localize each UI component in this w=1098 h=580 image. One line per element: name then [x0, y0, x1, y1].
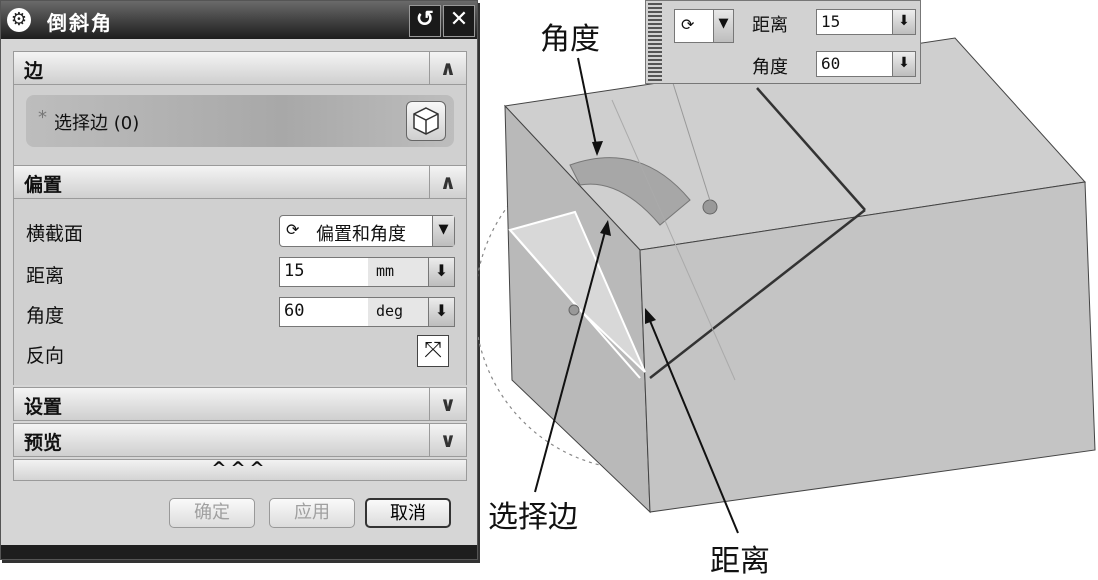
distance-handle-point	[568, 304, 580, 316]
cross-section-value: 偏置和角度	[316, 224, 406, 245]
gear-icon[interactable]: ⚙	[7, 8, 31, 32]
distance-unit: mm	[376, 262, 395, 280]
chevron-down-icon[interactable]: ∨	[429, 424, 466, 456]
reset-icon[interactable]: ↺	[409, 5, 441, 37]
section-edge-body: * 选择边 (0)	[13, 85, 467, 165]
cross-section-label: 横截面	[26, 223, 84, 245]
cross-section-type-dropdown[interactable]: ⟳ ▼	[674, 9, 734, 43]
section-offset-header[interactable]: 偏置 ∧	[13, 165, 467, 199]
floating-angle-value: 60	[821, 54, 841, 73]
annotation-angle: 角度	[540, 22, 600, 57]
chevron-down-icon[interactable]: ▼	[713, 10, 733, 42]
floating-distance-value: 15	[821, 12, 841, 31]
offset-angle-icon: ⟳	[286, 220, 300, 239]
section-settings-title: 设置	[24, 396, 63, 418]
floating-distance-label: 距离	[752, 15, 788, 36]
cancel-button[interactable]: 取消	[365, 498, 451, 528]
arrow-down-icon[interactable]: ⬇	[892, 52, 915, 76]
cross-section-dropdown[interactable]: ⟳ 偏置和角度 ▼	[279, 215, 455, 247]
floating-distance-input[interactable]: 15 ⬇	[816, 9, 916, 35]
arrow-down-icon[interactable]: ⬇	[892, 10, 915, 34]
angle-input[interactable]: 60 deg ⬇	[279, 297, 455, 327]
floating-angle-input[interactable]: 60 ⬇	[816, 51, 916, 77]
dialog-titlebar: ⚙ 倒斜角 ↺ ✕	[1, 1, 477, 39]
arrow-down-icon[interactable]: ⬇	[428, 298, 454, 326]
chevron-down-icon[interactable]: ▼	[432, 216, 454, 246]
section-offset-title: 偏置	[24, 174, 63, 196]
annotation-distance: 距离	[710, 544, 770, 579]
chevron-up-icon[interactable]: ∧	[429, 166, 466, 198]
section-offset-body: 横截面 ⟳ 偏置和角度 ▼ 距离 15 mm ⬇ 角度 60 deg ⬇ 反向 …	[13, 199, 467, 385]
floating-input-toolbar: ⟳ ▼ 距离 15 ⬇ 角度 60 ⬇	[645, 0, 921, 84]
section-preview-header[interactable]: 预览 ∨	[13, 423, 467, 457]
model-viewport[interactable]	[478, 0, 1098, 577]
annotation-select-edge: 选择边	[488, 500, 578, 535]
offset-angle-icon: ⟳	[681, 15, 695, 34]
chevron-down-icon[interactable]: ∨	[429, 388, 466, 420]
distance-value: 15	[284, 261, 305, 281]
reverse-label: 反向	[26, 345, 65, 367]
angle-unit: deg	[376, 302, 404, 320]
arrow-down-icon[interactable]: ⬇	[428, 258, 454, 286]
chamfer-dialog: ⚙ 倒斜角 ↺ ✕ 边 ∧ * 选择边 (0) 偏置 ∧ 横截面 ⟳ 偏置和角度…	[0, 0, 478, 560]
angle-value: 60	[284, 301, 305, 321]
toolbar-grip-handle[interactable]	[648, 3, 662, 81]
section-settings-header[interactable]: 设置 ∨	[13, 387, 467, 421]
reverse-direction-icon: ⤧	[424, 338, 442, 363]
floating-angle-label: 角度	[752, 57, 788, 78]
select-edge-label: 选择边 (0)	[54, 113, 140, 134]
reverse-direction-button[interactable]: ⤧	[417, 335, 449, 367]
distance-label: 距离	[26, 265, 65, 287]
cube-icon	[413, 107, 439, 135]
section-preview-title: 预览	[24, 432, 63, 454]
dialog-title: 倒斜角	[47, 11, 113, 35]
dialog-bottom-bar	[1, 545, 477, 559]
distance-input[interactable]: 15 mm ⬇	[279, 257, 455, 287]
expand-more-bar[interactable]: ^^^	[13, 459, 467, 481]
close-icon[interactable]: ✕	[443, 5, 475, 37]
section-edge-header[interactable]: 边 ∧	[13, 51, 467, 85]
chevron-up-icon[interactable]: ∧	[429, 52, 466, 84]
ok-button[interactable]: 确定	[169, 498, 255, 528]
section-edge-title: 边	[24, 60, 44, 82]
apply-button[interactable]: 应用	[269, 498, 355, 528]
required-star-icon: *	[38, 107, 47, 128]
angle-label: 角度	[26, 305, 65, 327]
select-edge-field[interactable]: * 选择边 (0)	[26, 95, 454, 147]
edge-selection-cube-button[interactable]	[406, 101, 446, 141]
